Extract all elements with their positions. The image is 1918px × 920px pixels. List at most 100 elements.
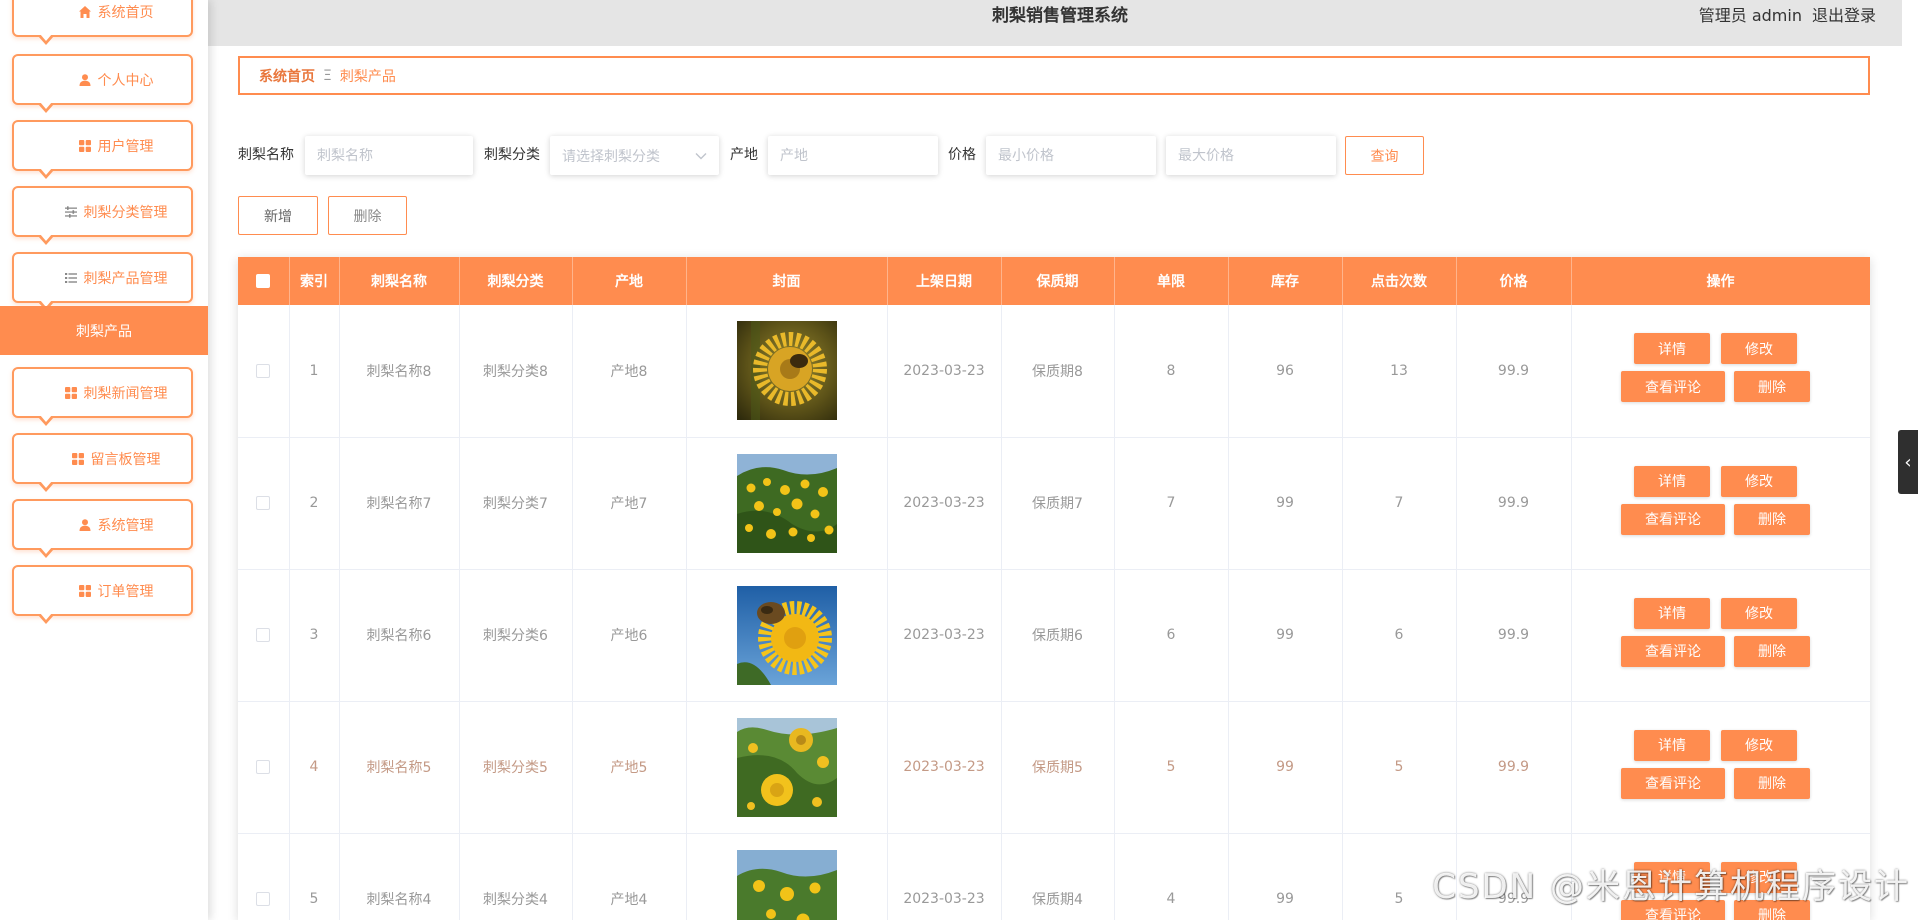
view-comments-button[interactable]: 查看评论: [1621, 767, 1725, 799]
cell-shelf-life: 保质期7: [1001, 437, 1115, 570]
column-header-category: 刺梨分类: [459, 257, 573, 305]
cover-image[interactable]: [736, 849, 837, 920]
column-header-select: [238, 257, 290, 305]
cover-image[interactable]: [736, 585, 837, 685]
list-icon: [64, 271, 78, 285]
cell-date: 2023-03-23: [887, 437, 1002, 570]
row-checkbox[interactable]: [256, 628, 271, 642]
category-select[interactable]: 请选择刺梨分类: [550, 136, 719, 175]
logout-link[interactable]: 退出登录: [1812, 3, 1876, 29]
detail-button[interactable]: 详情: [1634, 333, 1710, 365]
cell-cover: [686, 701, 888, 834]
view-comments-button[interactable]: 查看评论: [1621, 371, 1725, 403]
cell-index: 4: [289, 701, 340, 834]
sliders-icon: [64, 205, 78, 219]
cell-shelf-life: 保质期6: [1001, 569, 1115, 702]
sidebar: 系统首页 个人中心 用户管理 刺梨分类管理 刺梨产品管理 刺梨产品 刺梨新闻管理: [0, 0, 208, 920]
min-price-input[interactable]: [986, 136, 1156, 175]
cell-cover: [686, 305, 888, 438]
batch-delete-button[interactable]: 删除: [328, 196, 407, 235]
grid-icon: [78, 584, 92, 598]
column-header-price: 价格: [1456, 257, 1572, 305]
cover-image[interactable]: [736, 453, 837, 553]
cell-name: 刺梨名称5: [339, 701, 460, 834]
select-all-checkbox[interactable]: [256, 274, 271, 288]
max-price-input[interactable]: [1166, 136, 1336, 175]
user-menu: 管理员 admin 退出登录: [1699, 3, 1876, 29]
sidebar-item-label: 系统管理: [97, 517, 154, 534]
cell-date: 2023-03-23: [887, 569, 1002, 702]
sidebar-item-profile[interactable]: 个人中心: [12, 54, 193, 113]
column-header-clicks: 点击次数: [1342, 257, 1457, 305]
column-header-cover: 封面: [686, 257, 888, 305]
sidebar-item-news[interactable]: 刺梨新闻管理: [12, 367, 193, 426]
sidebar-item-label: 留言板管理: [90, 451, 161, 468]
edit-button[interactable]: 修改: [1721, 597, 1797, 629]
cell-name: 刺梨名称7: [339, 437, 460, 570]
cell-select: [238, 701, 290, 834]
sidebar-subitem-products-active[interactable]: 刺梨产品: [0, 306, 208, 355]
add-button[interactable]: 新增: [238, 196, 318, 235]
breadcrumb-separator-menu-icon: Ξ: [323, 67, 332, 84]
row-checkbox[interactable]: [256, 363, 271, 378]
name-search-input[interactable]: [305, 136, 473, 175]
cell-cover: [686, 437, 888, 570]
cell-stock: 99: [1228, 437, 1343, 570]
row-checkbox[interactable]: [256, 892, 271, 906]
detail-button[interactable]: 详情: [1634, 597, 1710, 629]
delete-button[interactable]: 删除: [1734, 635, 1810, 667]
edit-button[interactable]: 修改: [1721, 333, 1797, 365]
cover-image[interactable]: [736, 717, 837, 817]
cell-clicks: 5: [1342, 701, 1457, 834]
sidebar-item-system[interactable]: 系统管理: [12, 499, 193, 558]
cell-category: 刺梨分类5: [459, 701, 573, 834]
cell-stock: 96: [1228, 305, 1343, 438]
cell-actions: 详情 修改 查看评论 删除: [1571, 437, 1870, 570]
detail-button[interactable]: 详情: [1634, 729, 1710, 761]
row-checkbox[interactable]: [256, 496, 271, 510]
column-header-actions: 操作: [1571, 257, 1870, 305]
current-user-label: 管理员 admin: [1698, 6, 1802, 25]
sidebar-item-products[interactable]: 刺梨产品管理: [12, 252, 193, 311]
delete-button[interactable]: 删除: [1734, 371, 1810, 403]
cell-category: 刺梨分类8: [459, 305, 573, 438]
cell-price: 99.9: [1456, 437, 1572, 570]
edit-button[interactable]: 修改: [1721, 465, 1797, 497]
delete-button[interactable]: 删除: [1734, 767, 1810, 799]
category-search-label: 刺梨分类: [484, 147, 540, 163]
column-header-origin: 产地: [572, 257, 687, 305]
cell-actions: 详情 修改 查看评论 删除: [1571, 701, 1870, 834]
chevron-down-icon: [695, 148, 707, 164]
query-button[interactable]: 查询: [1345, 136, 1424, 175]
sidebar-item-orders[interactable]: 订单管理: [12, 565, 193, 624]
origin-search-input[interactable]: [768, 136, 938, 175]
cell-limit: 5: [1114, 701, 1229, 834]
sidebar-item-label: 个人中心: [97, 72, 154, 89]
cover-image[interactable]: [736, 321, 837, 421]
sidebar-item-label: 系统首页: [97, 4, 154, 21]
breadcrumb-home-link[interactable]: 系统首页: [259, 66, 315, 86]
cell-stock: 99: [1228, 833, 1343, 920]
column-header-limit: 单限: [1114, 257, 1229, 305]
category-select-placeholder: 请选择刺梨分类: [562, 148, 660, 165]
user-icon: [78, 518, 92, 532]
view-comments-button[interactable]: 查看评论: [1621, 635, 1725, 667]
sidebar-item-home[interactable]: 系统首页: [12, 0, 193, 45]
row-checkbox[interactable]: [256, 760, 271, 774]
edit-button[interactable]: 修改: [1721, 729, 1797, 761]
sidebar-item-message-board[interactable]: 留言板管理: [12, 433, 193, 492]
cell-origin: 产地5: [572, 701, 687, 834]
sidebar-item-category[interactable]: 刺梨分类管理: [12, 186, 193, 245]
delete-button[interactable]: 删除: [1734, 503, 1810, 535]
view-comments-button[interactable]: 查看评论: [1621, 503, 1725, 535]
sidebar-item-label: 刺梨分类管理: [83, 204, 168, 221]
sidebar-collapse-tab[interactable]: ‹: [1898, 430, 1918, 494]
sidebar-item-users[interactable]: 用户管理: [12, 120, 193, 179]
cell-category: 刺梨分类7: [459, 437, 573, 570]
cell-price: 99.9: [1456, 305, 1572, 438]
app-title: 刺梨销售管理系统: [992, 6, 1128, 26]
user-icon: [78, 73, 92, 87]
detail-button[interactable]: 详情: [1634, 465, 1710, 497]
cell-clicks: 13: [1342, 305, 1457, 438]
sidebar-item-label: 刺梨新闻管理: [83, 385, 168, 402]
